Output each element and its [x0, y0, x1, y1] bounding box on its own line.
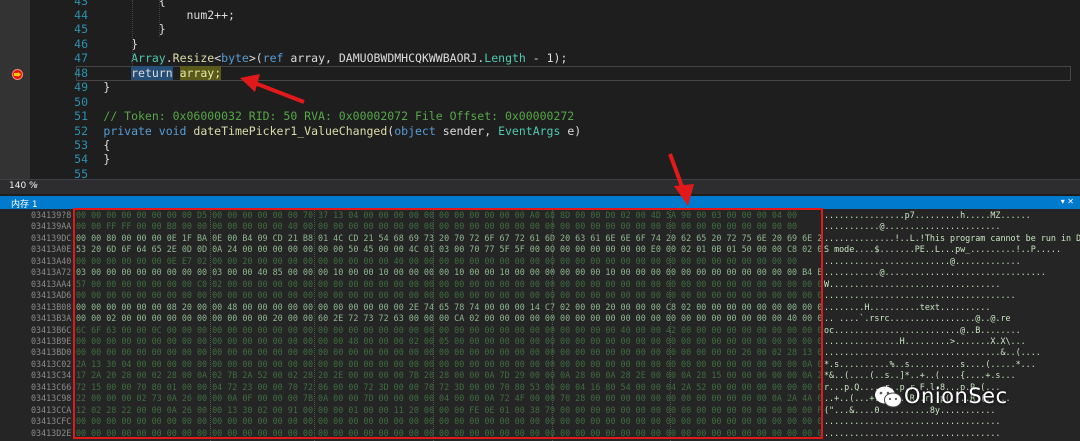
memory-ascii[interactable]: .........................@............. [824, 256, 1080, 267]
memory-address: 03413B08 [31, 301, 72, 312]
code-line[interactable]: 49 } [0, 80, 1080, 95]
memory-address: 03413C34 [31, 370, 72, 381]
code-text[interactable]: return array; [48, 66, 222, 81]
line-number: 55 [74, 167, 88, 179]
code-text[interactable]: num2++; [48, 8, 234, 23]
highlight-box [73, 208, 823, 439]
annotation-arrow-icon [668, 153, 694, 206]
code-text[interactable]: } [48, 22, 166, 37]
code-line[interactable]: 52 private void dateTimePicker1_ValueCha… [0, 124, 1080, 139]
memory-ascii[interactable]: ........H..........text.......... [824, 302, 1080, 313]
code-line[interactable]: 53 { [0, 138, 1080, 153]
code-text[interactable]: } [48, 37, 138, 52]
code-line[interactable]: 48 return array; [0, 66, 1080, 81]
memory-ascii[interactable]: ................................... [824, 428, 1080, 439]
memory-address: 03413C98 [31, 393, 72, 404]
code-line[interactable]: 45 } [0, 22, 1080, 37]
annotation-arrow-icon [240, 74, 305, 104]
memory-address: 03413CFC [31, 416, 72, 427]
memory-address: 03413AD6 [31, 290, 72, 301]
code-line[interactable]: 46 } [0, 37, 1080, 52]
code-line[interactable]: 54 } [0, 152, 1080, 167]
code-line[interactable]: 44 num2++; [0, 8, 1080, 23]
code-editor[interactable]: 43 {44 num2++; 45 } 46 } 47 Array.Resize<by… [0, 0, 1080, 179]
memory-address: 03413AA4 [31, 278, 72, 289]
memory-ascii[interactable]: ..............!..L.!This program cannot … [824, 233, 1080, 244]
memory-ascii[interactable]: oc.........................@..B........ [824, 325, 1080, 336]
memory-ascii[interactable]: ................................... [824, 416, 1080, 427]
code-line[interactable]: 50 [0, 95, 1080, 110]
indent-guide [159, 0, 160, 37]
memory-address: 03413B9E [31, 335, 72, 346]
memory-ascii[interactable]: .. ....`.rsrc.................@..@.re [824, 313, 1080, 324]
line-number: 50 [74, 95, 88, 109]
memory-ascii[interactable]: W.................................. [824, 279, 1080, 290]
indent-guide [132, 0, 133, 80]
memory-address: 03413B6C [31, 324, 72, 335]
memory-ascii[interactable]: S mode....$.......PE..L...pw_.........!.… [824, 244, 1080, 255]
memory-ascii[interactable]: ...........@............................… [824, 267, 1080, 278]
memory-address: 03413CCA [31, 404, 72, 415]
memory-ascii[interactable]: ...................................&..(.… [824, 347, 1080, 358]
code-text[interactable]: } [48, 80, 110, 95]
memory-ascii[interactable]: ................p7.........h.....MZ.....… [824, 210, 1080, 221]
code-text[interactable]: { [48, 138, 110, 153]
memory-ascii[interactable]: ...............H.........>.......X.X\... [824, 336, 1080, 347]
memory-ascii[interactable]: *&..(....(..s..]*..+..(....{....+.s... [824, 370, 1080, 381]
watermark-text: OnionSec [904, 384, 1008, 408]
code-line[interactable]: 55 [0, 167, 1080, 179]
code-text[interactable]: // Token: 0x06000032 RID: 50 RVA: 0x0000… [48, 109, 574, 124]
memory-address: 03413A40 [31, 255, 72, 266]
memory-ascii[interactable]: *.s..........%..s..........s....(.....*.… [824, 359, 1080, 370]
memory-address: 034139AA [31, 221, 72, 232]
code-text[interactable]: Array.Resize<byte>(ref array, DAMUOBWDMH… [48, 51, 567, 66]
window-controls-icon[interactable]: ▾ ✕ [1061, 197, 1074, 206]
memory-address: 03413C02 [31, 358, 72, 369]
memory-ascii[interactable]: ...........@....................... [824, 221, 1080, 232]
zoom-bar: 140 % ▾ [0, 179, 1080, 194]
wechat-icon [875, 386, 902, 408]
memory-address: 03413A72 [31, 267, 72, 278]
code-text[interactable]: private void dateTimePicker1_ValueChange… [48, 124, 581, 139]
memory-address: 03413C66 [31, 381, 72, 392]
memory-address: 03413D2E [31, 427, 72, 438]
memory-address: 034139DC [31, 232, 72, 243]
code-text[interactable]: } [48, 152, 110, 167]
memory-address: 034139?8 [31, 210, 72, 220]
code-line[interactable]: 47 Array.Resize<byte>(ref array, DAMUOBW… [0, 51, 1080, 66]
memory-address: 03413BD0 [31, 347, 72, 358]
memory-address: 03413A0E [31, 244, 72, 255]
memory-address: 03413B3A [31, 313, 72, 324]
code-line[interactable]: 51 // Token: 0x06000032 RID: 50 RVA: 0x0… [0, 109, 1080, 124]
zoom-dropdown-icon[interactable]: ▾ [34, 181, 38, 190]
memory-ascii[interactable]: ...................................... [824, 290, 1080, 301]
